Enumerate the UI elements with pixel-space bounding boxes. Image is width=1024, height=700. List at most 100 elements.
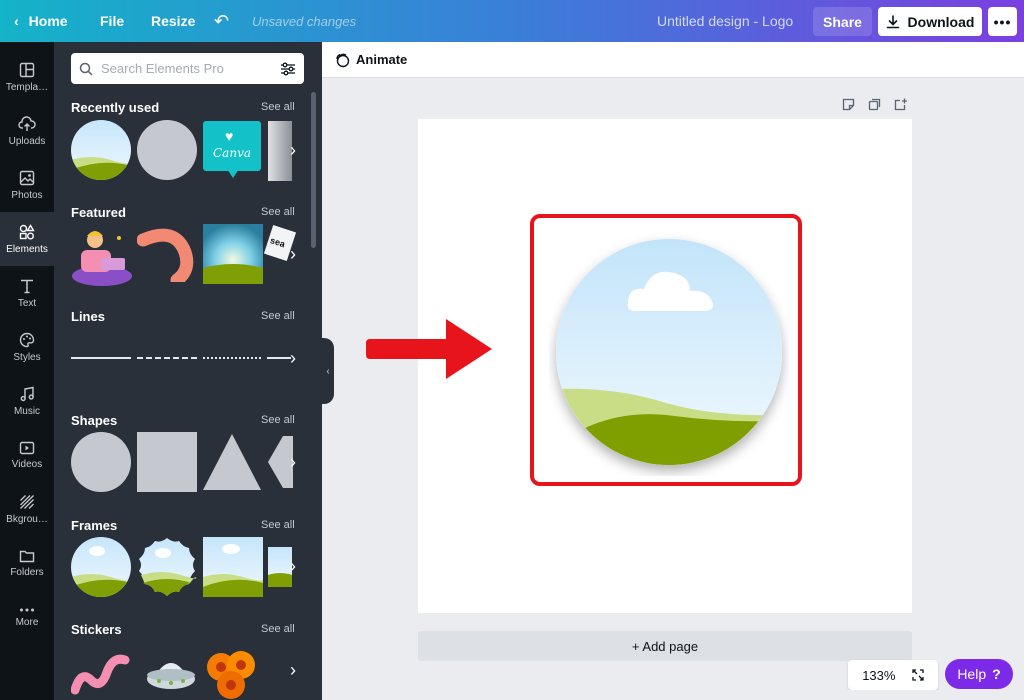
background-icon (20, 494, 34, 509)
top-bar: ‹ Home File Resize ↶ Unsaved changes Unt… (0, 0, 1024, 42)
section-title-frames: Frames (71, 518, 118, 533)
rail-label-elements: Elements (6, 243, 48, 255)
home-button[interactable]: ‹ Home (14, 0, 68, 42)
chevron-right-icon[interactable]: › (287, 556, 299, 577)
shape-square (137, 432, 197, 492)
resize-menu[interactable]: Resize (151, 0, 195, 42)
rail-label-text: Text (17, 297, 37, 309)
rail-label-more: More (15, 616, 39, 628)
chevron-right-icon[interactable]: › (287, 348, 299, 369)
design-title[interactable]: Untitled design - Logo (657, 0, 793, 42)
rail-label-uploads: Uploads (8, 135, 46, 147)
rail-item-templates[interactable]: Templa… (0, 50, 54, 104)
rail-label-music: Music (13, 405, 41, 417)
rail-label-templates: Templa… (5, 81, 49, 93)
see-all-frames[interactable]: See all (261, 519, 295, 531)
see-all-lines[interactable]: See all (261, 310, 295, 322)
zoom-control[interactable]: 133% (848, 660, 938, 690)
red-arrow-annotation (366, 319, 492, 379)
section-title-recently-used: Recently used (71, 100, 160, 115)
see-all-stickers[interactable]: See all (261, 623, 295, 635)
animate-toolbar: Animate (322, 42, 1024, 78)
sticker-squiggle[interactable] (71, 650, 131, 696)
recent-canva-badge[interactable]: ♥ Canva (203, 121, 261, 178)
home-label: Home (28, 13, 68, 29)
file-menu[interactable]: File (100, 0, 124, 42)
more-options-button[interactable]: ••• (988, 7, 1017, 36)
chevron-right-icon[interactable]: › (287, 452, 299, 473)
note-icon[interactable] (842, 98, 855, 114)
rail-item-elements[interactable]: Elements (0, 212, 54, 266)
heart-icon: ♥ (225, 128, 234, 144)
chevron-right-icon[interactable]: › (287, 140, 299, 161)
palette-icon (19, 332, 35, 347)
chevron-right-icon[interactable]: › (287, 244, 299, 265)
rail-label-photos: Photos (11, 189, 43, 201)
undo-icon[interactable]: ↶ (214, 0, 229, 42)
rail-item-background[interactable]: Bkgrou… (0, 482, 54, 536)
section-title-shapes: Shapes (71, 413, 118, 428)
side-rail: Templa… Uploads Photos Elements Text Sty… (0, 42, 54, 700)
download-button[interactable]: Download (878, 7, 982, 36)
frame-scallop[interactable] (137, 537, 197, 597)
chevron-left-icon: ‹ (14, 13, 19, 29)
rail-label-folders: Folders (10, 566, 44, 578)
duplicate-page-icon[interactable] (868, 98, 881, 114)
section-title-featured: Featured (71, 205, 126, 220)
rail-label-background: Bkgrou… (6, 513, 48, 525)
search-input[interactable]: Search Elements Pro (101, 61, 280, 76)
fullscreen-icon[interactable] (912, 669, 924, 681)
filter-icon[interactable] (280, 62, 296, 76)
lines-row[interactable] (71, 352, 293, 364)
animate-icon[interactable] (334, 52, 350, 68)
rail-item-text[interactable]: Text (0, 266, 54, 320)
recent-circle-frame[interactable] (71, 120, 131, 180)
shape-circle (71, 432, 131, 492)
more-icon (20, 608, 34, 611)
rail-item-styles[interactable]: Styles (0, 320, 54, 374)
section-title-lines: Lines (71, 309, 105, 324)
frame-square[interactable] (203, 537, 263, 597)
rail-item-more[interactable]: More (0, 590, 54, 644)
video-icon (19, 441, 35, 454)
templates-icon (19, 62, 35, 77)
rail-label-videos: Videos (11, 458, 43, 470)
search-box[interactable]: Search Elements Pro (71, 53, 304, 84)
sticker-flowers[interactable] (203, 645, 261, 700)
folder-icon (19, 550, 35, 562)
recent-circle-shape[interactable] (137, 120, 197, 180)
shape-triangle (203, 434, 261, 490)
add-page-icon[interactable] (894, 98, 908, 114)
featured-gradient-photo[interactable] (203, 224, 263, 284)
shapes-row[interactable] (71, 432, 293, 492)
rail-item-photos[interactable]: Photos (0, 158, 54, 212)
zoom-level[interactable]: 133% (862, 668, 895, 683)
rail-item-folders[interactable]: Folders (0, 536, 54, 590)
help-label: Help (957, 666, 987, 682)
workspace-scrollbar[interactable] (322, 690, 1024, 700)
sticker-ufo[interactable] (145, 655, 197, 695)
featured-illustration-person[interactable] (71, 224, 133, 286)
collapse-panel-handle[interactable]: ‹ (322, 338, 334, 404)
see-all-featured[interactable]: See all (261, 206, 295, 218)
see-all-recently-used[interactable]: See all (261, 101, 295, 113)
elements-icon (19, 223, 35, 239)
question-icon: ? (992, 666, 1001, 682)
search-icon (79, 62, 93, 76)
see-all-shapes[interactable]: See all (261, 414, 295, 426)
download-label: Download (907, 13, 975, 30)
help-button[interactable]: Help ? (945, 659, 1013, 689)
add-page-button[interactable]: + Add page (418, 631, 912, 661)
share-button[interactable]: Share (813, 7, 872, 36)
frame-circle[interactable] (71, 537, 131, 597)
featured-arc-shape[interactable] (137, 226, 199, 282)
rail-item-music[interactable]: Music (0, 374, 54, 428)
chevron-right-icon[interactable]: › (287, 660, 299, 681)
animate-button[interactable]: Animate (356, 52, 407, 67)
canvas-circle-frame[interactable] (549, 232, 789, 476)
rail-item-uploads[interactable]: Uploads (0, 104, 54, 158)
rail-item-videos[interactable]: Videos (0, 428, 54, 482)
panel-scrollbar[interactable] (311, 92, 316, 248)
music-icon (20, 386, 34, 401)
text-icon (21, 279, 33, 293)
